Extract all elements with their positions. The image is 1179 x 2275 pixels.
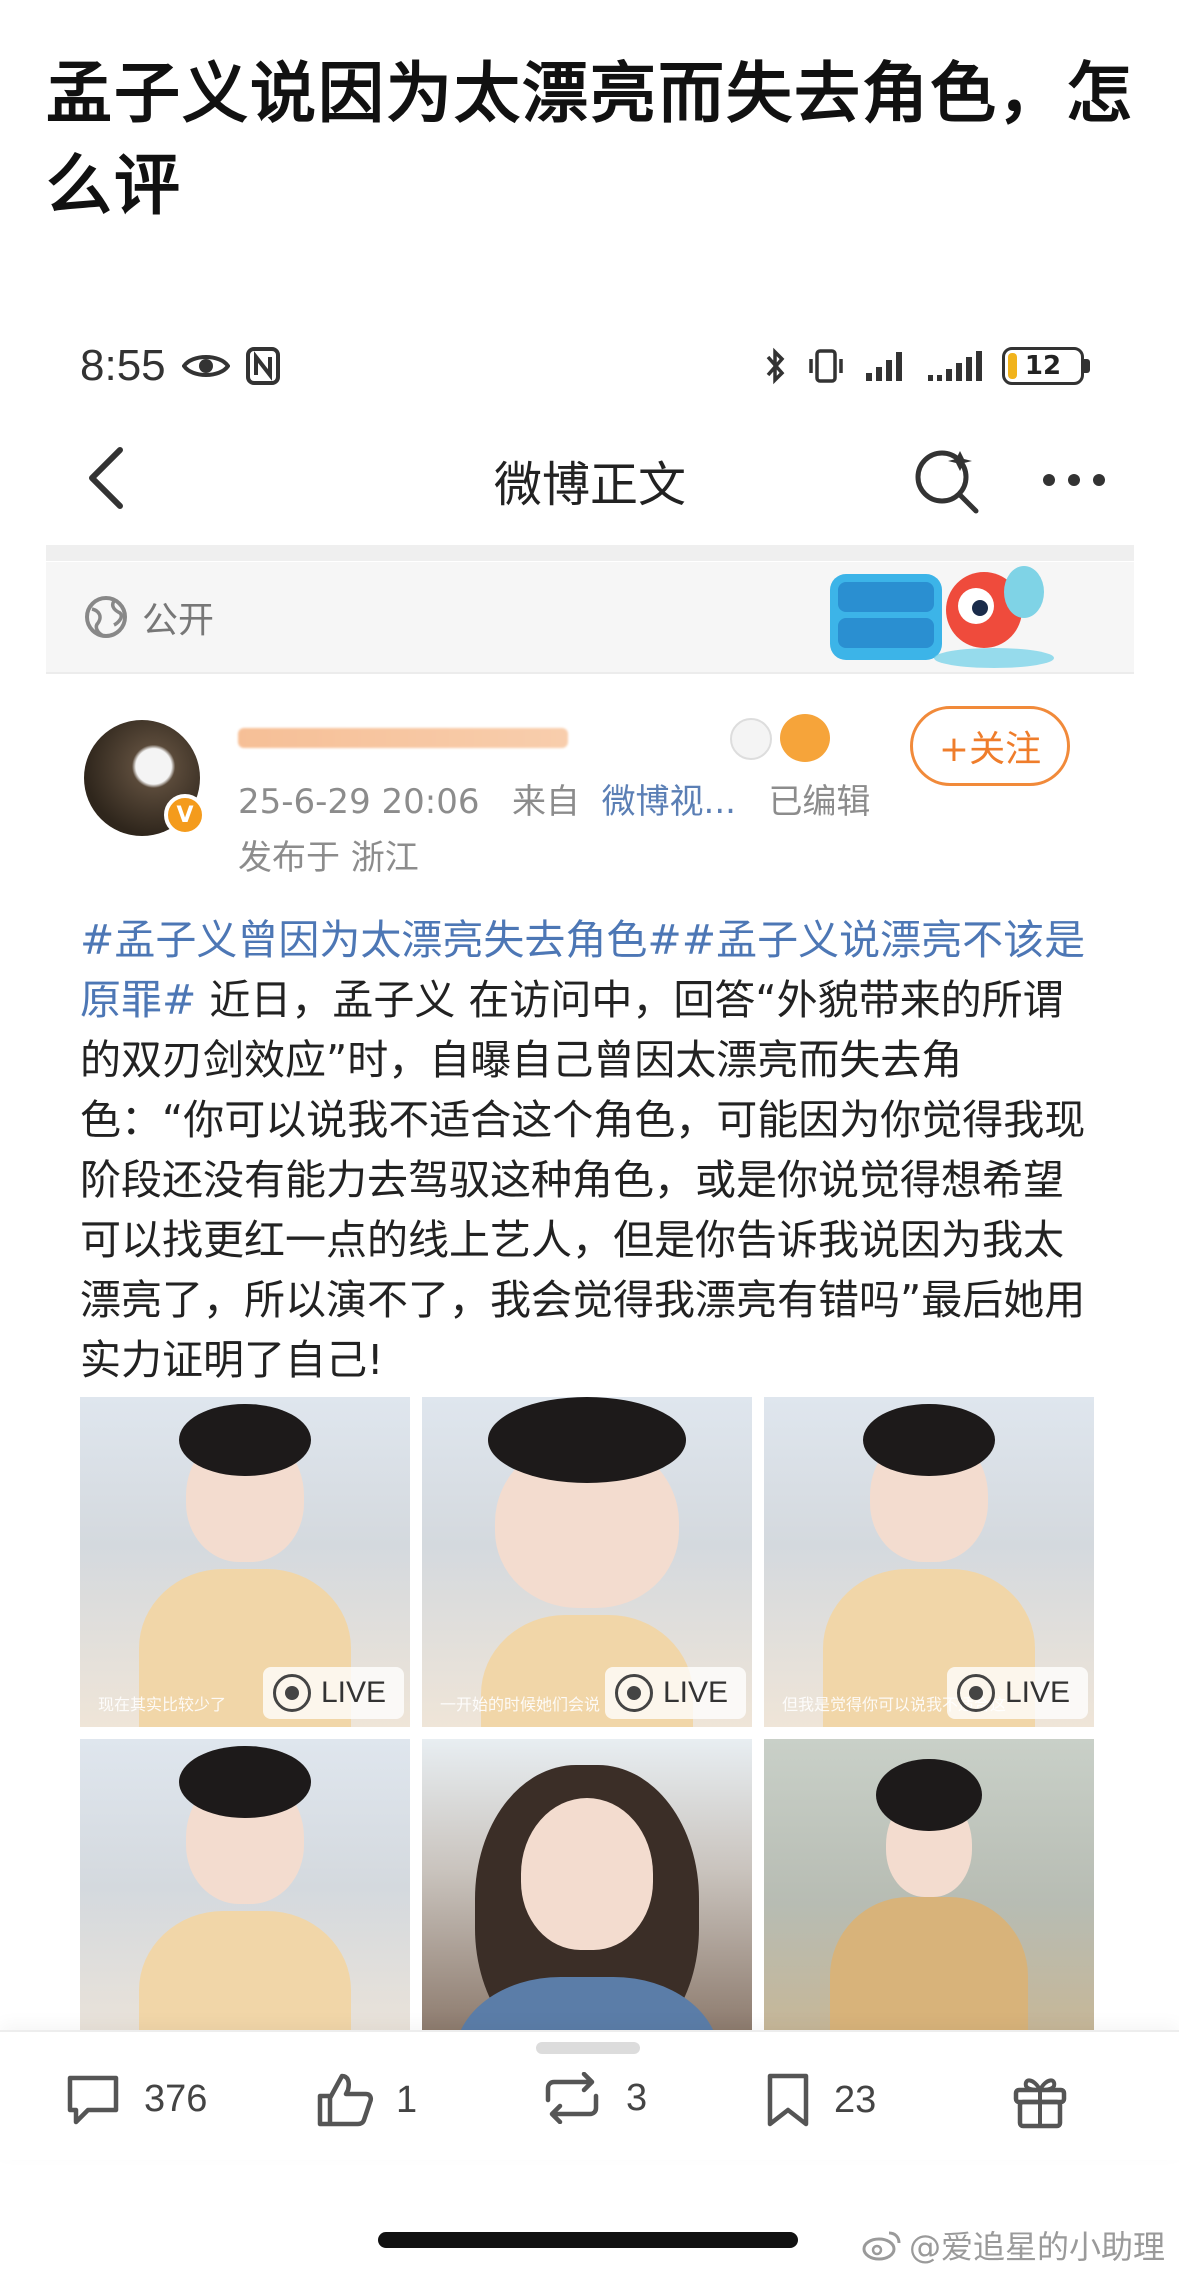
edited-label[interactable]: 已编辑 bbox=[768, 782, 870, 822]
watermark-text: @爱追星的小助理 bbox=[908, 2228, 1165, 2266]
back-arrow-icon[interactable] bbox=[86, 446, 126, 510]
live-photo-icon bbox=[272, 1674, 311, 1712]
photo-grid: 现在其实比较少了 LIVE 一开始的时候她们会说 LIVE 但我是觉得你可以说我… bbox=[80, 1397, 1096, 2081]
signal-icon-2 bbox=[928, 351, 982, 381]
repost-button[interactable]: 3 bbox=[540, 2072, 647, 2124]
status-bar: 8:55 12 bbox=[80, 330, 1090, 402]
live-badge: LIVE bbox=[946, 1667, 1088, 1719]
live-photo-icon bbox=[614, 1674, 653, 1712]
question-title: 孟子义说因为太漂亮而失去角色，怎么评 bbox=[46, 55, 1134, 224]
live-photo-icon bbox=[956, 1674, 995, 1712]
photo-tile[interactable]: 现在其实比较少了 LIVE bbox=[80, 1397, 410, 1727]
source-prefix: 来自 bbox=[511, 782, 580, 822]
divider bbox=[46, 672, 1134, 674]
visibility-label: 公开 bbox=[142, 600, 215, 641]
photo-caption: 一开始的时候她们会说 bbox=[440, 1695, 601, 1714]
username-blurred[interactable] bbox=[238, 728, 568, 748]
photo-tile[interactable] bbox=[764, 1739, 1094, 2069]
live-label: LIVE bbox=[662, 1676, 728, 1709]
live-badge: LIVE bbox=[262, 1667, 404, 1719]
post-location: 发布于 浙江 bbox=[238, 838, 419, 878]
follow-button[interactable]: +关注 bbox=[910, 706, 1070, 786]
hashtag-link[interactable]: #孟子义曾因为太漂亮失去角色# bbox=[80, 916, 682, 964]
bookmark-icon bbox=[767, 2073, 809, 2127]
fish-badge-icon bbox=[780, 714, 830, 762]
weibo-logo-icon bbox=[862, 2231, 901, 2261]
verified-badge-icon: V bbox=[164, 794, 206, 836]
source-link[interactable]: 微博视... bbox=[602, 782, 736, 822]
gift-button[interactable] bbox=[1012, 2072, 1068, 2130]
vibrate-icon bbox=[809, 349, 843, 383]
battery-level: 12 bbox=[1024, 351, 1062, 381]
photo-caption: 现在其实比较少了 bbox=[98, 1695, 227, 1714]
eye-icon bbox=[181, 355, 230, 377]
like-button[interactable]: 1 bbox=[316, 2072, 417, 2128]
live-badge: LIVE bbox=[604, 1667, 746, 1719]
post-meta: 25-6-29 20:06 来自 微博视... 已编辑 bbox=[238, 774, 870, 823]
divider bbox=[46, 545, 1134, 561]
photo-tile[interactable]: 一开始的时候她们会说 LIVE bbox=[422, 1397, 752, 1727]
event-sticker-icon bbox=[830, 566, 1054, 668]
post-header: V 25-6-29 20:06 来自 微博视... 已编辑 发布于 浙江 +关注 bbox=[80, 700, 1100, 890]
post-body: #孟子义曾因为太漂亮失去角色##孟子义说漂亮不该是原罪# 近日，孟子义 在访问中… bbox=[80, 910, 1100, 1390]
comment-count: 376 bbox=[144, 2077, 208, 2120]
action-bar: 376 1 3 23 bbox=[0, 2030, 1179, 2160]
home-indicator[interactable] bbox=[378, 2232, 798, 2248]
favorite-count: 23 bbox=[834, 2078, 877, 2121]
photo-tile[interactable] bbox=[422, 1739, 752, 2069]
battery-indicator: 12 bbox=[1002, 347, 1084, 385]
bluetooth-icon bbox=[766, 347, 785, 385]
live-label: LIVE bbox=[1004, 1676, 1070, 1709]
gift-icon bbox=[1013, 2078, 1067, 2129]
comment-button[interactable]: 376 bbox=[64, 2072, 207, 2126]
more-icon[interactable] bbox=[1042, 473, 1106, 487]
search-icon[interactable] bbox=[912, 445, 982, 515]
thumbs-up-icon bbox=[317, 2073, 374, 2127]
emoji-badge-icon bbox=[730, 718, 772, 760]
signal-icon bbox=[866, 352, 902, 381]
watermark: @爱追星的小助理 bbox=[861, 2222, 1165, 2268]
post-date: 25-6-29 20:06 bbox=[238, 782, 480, 822]
photo-tile[interactable]: 但我是觉得你可以说我不适合这 LIVE bbox=[764, 1397, 1094, 1727]
visibility-row: 公开 bbox=[46, 562, 1134, 672]
nav-bar: 微博正文 bbox=[46, 420, 1134, 540]
post-text: 近日，孟子义 在访问中，回答“外貌带来的所谓的双刃剑效应”时，自曝自己曾因太漂亮… bbox=[80, 976, 1086, 1384]
status-time: 8:55 bbox=[80, 341, 166, 390]
repost-count: 3 bbox=[626, 2076, 648, 2119]
nfc-icon bbox=[245, 347, 280, 385]
live-label: LIVE bbox=[320, 1676, 386, 1709]
like-count: 1 bbox=[396, 2078, 418, 2121]
globe-icon bbox=[85, 596, 127, 638]
repost-icon bbox=[545, 2072, 599, 2124]
drag-handle[interactable] bbox=[536, 2042, 640, 2054]
favorite-button[interactable]: 23 bbox=[764, 2072, 876, 2128]
photo-tile[interactable] bbox=[80, 1739, 410, 2069]
comment-icon bbox=[67, 2075, 119, 2125]
